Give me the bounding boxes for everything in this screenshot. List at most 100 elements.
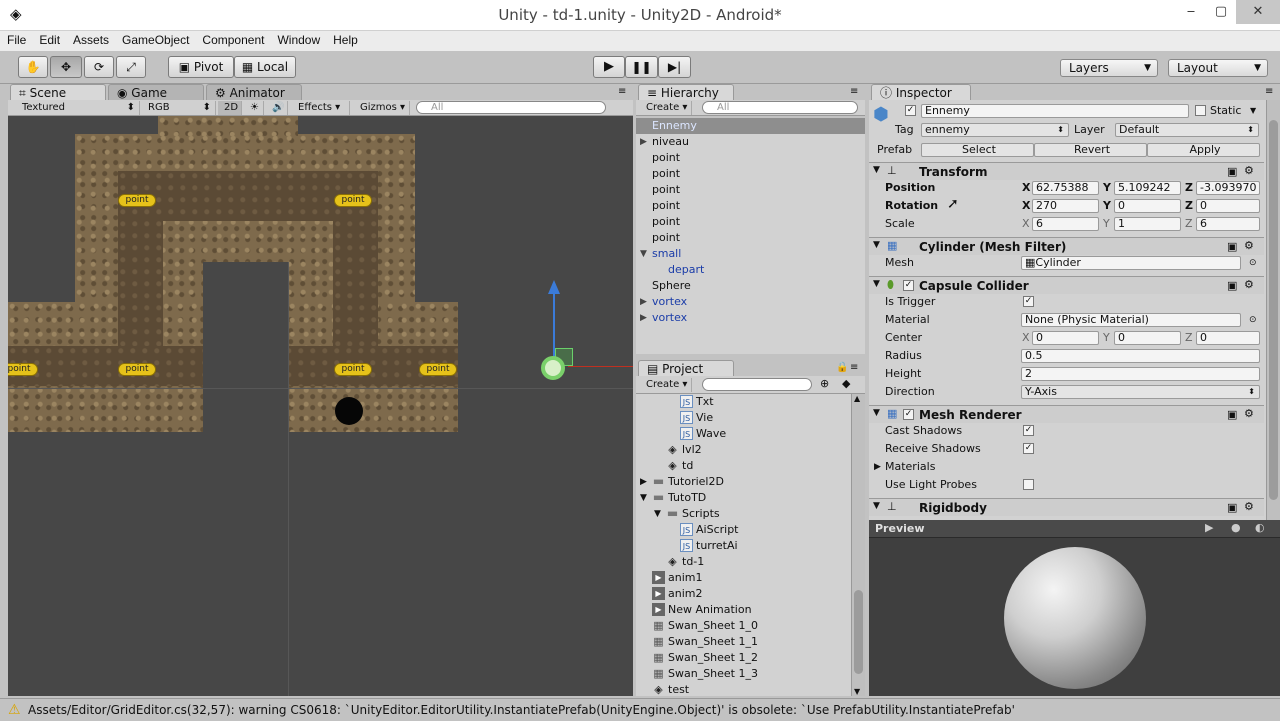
filter-label-icon[interactable]: ◆ (842, 377, 850, 390)
project-item[interactable]: ▼ ▬ TutoTD (636, 490, 850, 506)
project-item[interactable]: ◈ td (636, 458, 850, 474)
tab-inspector[interactable]: ⓘ Inspector (871, 84, 971, 100)
scrollbar-thumb[interactable] (854, 590, 863, 674)
step-button[interactable]: ▶| (658, 56, 691, 78)
project-create-dropdown[interactable]: Create ▾ (640, 378, 692, 392)
object-picker-icon[interactable]: ⊙ (1249, 313, 1257, 327)
play-preview-icon[interactable]: ▶ (1205, 521, 1213, 534)
project-item[interactable]: JS AiScript (636, 522, 850, 538)
hierarchy-item[interactable]: ▶ niveau (636, 134, 865, 150)
point-marker[interactable]: point (334, 363, 372, 376)
hierarchy-item[interactable]: ▼ small (636, 246, 865, 262)
gameobject-name-field[interactable]: Ennemy (921, 104, 1189, 118)
panel-menu-icon[interactable]: ≡ (1265, 86, 1273, 97)
panel-menu-icon[interactable]: ≡ (850, 86, 858, 97)
rotation-x-field[interactable]: 270 (1032, 199, 1099, 213)
hierarchy-item[interactable]: point (636, 198, 865, 214)
hierarchy-item[interactable]: Sphere (636, 278, 865, 294)
layout-dropdown[interactable]: Layout ▼ (1168, 59, 1268, 77)
project-item[interactable]: JS turretAi (636, 538, 850, 554)
filter-type-icon[interactable]: ⊕ (820, 377, 829, 390)
scene-search-input[interactable]: All (416, 101, 606, 114)
layer-dropdown[interactable]: Default ⬍ (1115, 123, 1259, 137)
tab-hierarchy[interactable]: ≡ Hierarchy (638, 84, 734, 100)
foldout-closed-icon[interactable]: ▶ (640, 294, 647, 310)
center-z-field[interactable]: 0 (1196, 331, 1260, 345)
sphere-object[interactable] (335, 397, 363, 425)
position-y-field[interactable]: 5.109242 (1114, 181, 1181, 195)
help-icon[interactable]: ▣ (1227, 408, 1237, 421)
foldout-icon[interactable]: ▼ (640, 490, 647, 506)
foldout-closed-icon[interactable]: ▶ (640, 310, 647, 326)
active-checkbox[interactable]: ✓ (905, 105, 916, 116)
capsule-collider-header[interactable]: ▼ ⬮ ✓ Capsule Collider ▣ ⚙ (869, 276, 1264, 294)
height-field[interactable]: 2 (1021, 367, 1260, 381)
project-item[interactable]: ▼ ▬ Scripts (636, 506, 850, 522)
scrollbar-thumb[interactable] (1269, 120, 1278, 500)
preview-sphere[interactable] (1004, 547, 1146, 689)
rotate-tool-button[interactable]: ⟳ (84, 56, 114, 78)
tab-game[interactable]: ◉ Game (108, 84, 204, 100)
hierarchy-item[interactable]: point (636, 230, 865, 246)
audio-toggle[interactable]: 🔊 (266, 101, 288, 115)
hand-tool-button[interactable]: ✋ (18, 56, 48, 78)
gear-icon[interactable]: ⚙ (1244, 239, 1254, 252)
pivot-button[interactable]: ▣ Pivot (168, 56, 234, 78)
physic-material-field[interactable]: None (Physic Material) (1021, 313, 1241, 327)
menu-component[interactable]: Component (195, 31, 270, 47)
gizmos-dropdown[interactable]: Gizmos ▾ (354, 101, 410, 115)
prefab-revert-button[interactable]: Revert (1034, 143, 1147, 157)
point-marker[interactable]: point (118, 363, 156, 376)
project-item[interactable]: JS Wave (636, 426, 850, 442)
sphere-preview-icon[interactable]: ● (1231, 521, 1241, 534)
inspector-scrollbar[interactable] (1266, 100, 1280, 520)
panel-menu-icon[interactable]: ≡ (850, 362, 858, 373)
hierarchy-item[interactable]: Ennemy (636, 118, 865, 134)
hierarchy-search-input[interactable]: All (702, 101, 858, 114)
direction-dropdown[interactable]: Y-Axis ⬍ (1021, 385, 1260, 399)
project-item[interactable]: ◈ lvl2 (636, 442, 850, 458)
point-marker[interactable]: point (419, 363, 457, 376)
hierarchy-item[interactable]: point (636, 214, 865, 230)
foldout-icon[interactable]: ▼ (654, 506, 661, 522)
layers-dropdown[interactable]: Layers ▼ (1060, 59, 1158, 77)
rotation-y-field[interactable]: 0 (1114, 199, 1181, 213)
cast-shadows-checkbox[interactable]: ✓ (1023, 425, 1034, 436)
gear-icon[interactable]: ⚙ (1244, 407, 1254, 420)
render-mode-dropdown[interactable]: RGB ⬍ (142, 101, 216, 115)
menu-help[interactable]: Help (326, 31, 364, 47)
object-picker-icon[interactable]: ⊙ (1249, 256, 1257, 270)
rigidbody-header[interactable]: ▼ ⊥ Rigidbody ▣ ⚙ (869, 498, 1264, 516)
tab-project[interactable]: ▤ Project (638, 360, 734, 376)
static-checkbox[interactable] (1195, 105, 1206, 116)
light-probes-checkbox[interactable] (1023, 479, 1034, 490)
tab-scene[interactable]: ⌗ Scene (10, 84, 106, 100)
lighting-toggle[interactable]: ☀ (244, 101, 264, 115)
panel-menu-icon[interactable]: ≡ (618, 86, 626, 97)
scale-tool-button[interactable]: ⤢ (116, 56, 146, 78)
hierarchy-item[interactable]: depart (636, 262, 865, 278)
position-z-field[interactable]: -3.093970 (1196, 181, 1260, 195)
prefab-apply-button[interactable]: Apply (1147, 143, 1260, 157)
scroll-up-icon[interactable]: ▲ (854, 394, 860, 403)
materials-label[interactable]: Materials (885, 460, 935, 474)
project-item[interactable]: JS Vie (636, 410, 850, 426)
renderer-enabled-checkbox[interactable]: ✓ (903, 409, 914, 420)
hierarchy-item[interactable]: ▶ vortex (636, 310, 865, 326)
materials-foldout-icon[interactable]: ▶ (874, 460, 881, 474)
help-icon[interactable]: ▣ (1227, 240, 1237, 253)
lock-icon[interactable]: 🔒 (836, 362, 848, 373)
hierarchy-create-dropdown[interactable]: Create ▾ (640, 101, 692, 115)
scroll-down-icon[interactable]: ▼ (854, 687, 860, 696)
help-icon[interactable]: ▣ (1227, 165, 1237, 178)
project-item[interactable]: ▶ anim1 (636, 570, 850, 586)
status-bar[interactable]: ⚠ Assets/Editor/GridEditor.cs(32,57): wa… (0, 698, 1280, 720)
center-x-field[interactable]: 0 (1032, 331, 1099, 345)
project-item[interactable]: ◈ test (636, 682, 850, 696)
is-trigger-checkbox[interactable]: ✓ (1023, 296, 1034, 307)
hierarchy-item[interactable]: ▶ vortex (636, 294, 865, 310)
prefab-select-button[interactable]: Select (921, 143, 1034, 157)
project-search-input[interactable] (702, 378, 812, 391)
project-item[interactable]: ▶ New Animation (636, 602, 850, 618)
effects-dropdown[interactable]: Effects ▾ (292, 101, 350, 115)
